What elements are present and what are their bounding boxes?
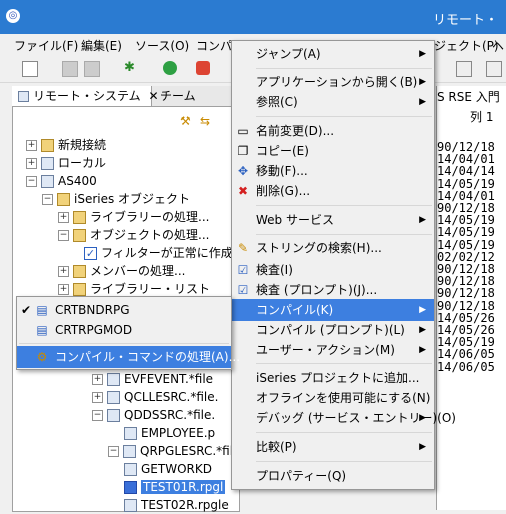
verify-icon: ☑	[237, 263, 249, 277]
close-icon[interactable]: ✕	[148, 89, 158, 103]
menu-item-move[interactable]: ✥ 移動(F)...	[232, 160, 434, 182]
tree-item[interactable]: − AS400	[26, 172, 97, 190]
tree-item[interactable]: − オブジェクトの処理...	[58, 226, 209, 244]
file-icon	[107, 373, 120, 386]
menu-item-crtbndrpg[interactable]: ✔ ▤ CRTBNDRPG	[17, 299, 231, 321]
window-title: リモート・	[432, 13, 498, 28]
tree-item-selected[interactable]: TEST01R.rpgl	[124, 478, 226, 496]
filter-icon[interactable]: ⚒	[180, 114, 191, 128]
tree-item[interactable]: − iSeries オブジェクト	[42, 190, 190, 208]
file-icon	[123, 445, 136, 458]
menu-item-crtrpgmod[interactable]: ▤ CRTRPGMOD	[17, 319, 231, 341]
member-icon	[124, 463, 137, 476]
tree-item[interactable]: GETWORKD	[124, 460, 212, 478]
menu-item-compile-prompt[interactable]: コンパイル (プロンプト)(L) ▶	[232, 319, 434, 341]
local-system-icon	[41, 157, 54, 170]
file-icon	[107, 409, 120, 422]
tree-item[interactable]: − QRPGLESRC.*fil	[108, 442, 233, 460]
menu-item-debug[interactable]: デバッグ (サービス・エントリー)(O) ▶	[232, 407, 456, 429]
menu-item-properties[interactable]: プロパティー(Q)	[232, 465, 434, 487]
menu-item-jump[interactable]: ジャンプ(A) ▶	[232, 43, 434, 65]
tree-item[interactable]: + 新規接続	[26, 136, 106, 154]
tree-item[interactable]: + ライブラリーの処理...	[58, 208, 209, 226]
menu-item-verify[interactable]: ☑ 検査(I)	[232, 259, 434, 281]
context-menu: ジャンプ(A) ▶ アプリケーションから開く(B) ▶ 参照(C) ▶ ▭ 名前変更(D…	[231, 40, 456, 490]
menu-item-add-to-project[interactable]: iSeries プロジェクトに追加...	[232, 367, 434, 389]
view-header: S RSE 入門	[437, 90, 500, 104]
menu-file[interactable]: ファイル(F)	[14, 37, 78, 54]
external-tools-icon[interactable]	[196, 61, 210, 75]
print-icon[interactable]	[84, 61, 100, 77]
verify-prompt-icon: ☑	[237, 283, 249, 297]
tab-team[interactable]: チーム	[160, 86, 196, 106]
menu-item-search-string[interactable]: ✎ ストリングの検索(H)...	[232, 237, 434, 259]
file-icon	[107, 391, 120, 404]
run-icon[interactable]	[163, 61, 177, 75]
filter-icon	[73, 229, 86, 242]
column-header[interactable]: 列 1	[470, 108, 493, 125]
copy-icon: ❐	[237, 144, 249, 158]
title-bar: ◎ リモート・	[0, 0, 506, 34]
menu-edit[interactable]: 編集(E)	[81, 37, 122, 54]
menu-item-compare[interactable]: 比較(P) ▶	[232, 436, 434, 458]
tree-item[interactable]: − QDDSSRC.*file.	[92, 406, 215, 424]
filter-icon	[73, 265, 86, 278]
member-icon	[124, 427, 137, 440]
export-icon[interactable]	[486, 61, 502, 77]
new-icon[interactable]	[22, 61, 38, 77]
tree-item[interactable]: EMPLOYEE.p	[124, 424, 215, 442]
compile-commands-icon: ⚙	[36, 350, 48, 364]
tree-item[interactable]: TEST02R.rpgle	[124, 496, 229, 514]
menu-item-open-with[interactable]: アプリケーションから開く(B) ▶	[232, 71, 434, 93]
rename-icon: ▭	[237, 124, 249, 138]
remote-systems-icon	[18, 91, 29, 102]
member-icon	[124, 499, 137, 512]
move-icon: ✥	[237, 164, 249, 178]
debug-icon[interactable]: ✱	[124, 61, 138, 75]
link-icon[interactable]: ⇆	[200, 114, 210, 128]
tree-item[interactable]: + メンバーの処理...	[58, 262, 185, 280]
menu-item-rename[interactable]: ▭ 名前変更(D)...	[232, 120, 434, 142]
tree-item[interactable]: + ローカル	[26, 154, 106, 172]
menu-item-work-with-compile-commands[interactable]: ⚙ コンパイル・コマンドの処理(A)...	[17, 346, 240, 368]
server-icon	[41, 175, 54, 188]
menu-item-reference[interactable]: 参照(C) ▶	[232, 91, 434, 113]
save-icon[interactable]	[62, 61, 78, 77]
library-list-icon	[73, 283, 86, 296]
menu-item-web-services[interactable]: Web サービス ▶	[232, 209, 434, 231]
command-icon: ▤	[36, 303, 48, 317]
checkbox-icon: ✓	[84, 247, 97, 260]
new-connection-icon	[41, 139, 54, 152]
check-icon: ✔	[20, 303, 32, 317]
delete-icon: ✖	[237, 184, 249, 198]
filter-icon	[73, 211, 86, 224]
tree-item[interactable]: + EVFEVENT.*file	[92, 370, 213, 388]
menu-item-delete[interactable]: ✖ 削除(G)...	[232, 180, 434, 202]
search-string-icon: ✎	[237, 241, 249, 255]
tree-item[interactable]: + QCLLESRC.*file.	[92, 388, 218, 406]
menu-item-verify-prompt[interactable]: ☑ 検査 (プロンプト)(J)...	[232, 279, 434, 301]
menu-item-make-offline[interactable]: オフラインを使用可能にする(N)	[232, 387, 434, 409]
view-tab-row: リモート・システム ✕ チーム	[12, 86, 238, 107]
tab-remote-systems[interactable]: リモート・システム ✕	[12, 86, 159, 106]
compile-submenu: ✔ ▤ CRTBNDRPG ▤ CRTRPGMOD ⚙ コンパイル・コマンドの処理(A)…	[16, 296, 240, 370]
iseries-objects-icon	[57, 193, 70, 206]
import-icon[interactable]	[456, 61, 472, 77]
menu-item-compile[interactable]: コンパイル(K) ▶	[232, 299, 434, 321]
menu-help[interactable]: ヘ	[492, 37, 504, 54]
menu-item-copy[interactable]: ❐ コピー(E)	[232, 140, 434, 162]
menu-item-user-actions[interactable]: ユーザー・アクション(M) ▶	[232, 339, 434, 361]
member-icon	[124, 481, 137, 494]
app-icon: ◎	[6, 9, 20, 23]
tree-item[interactable]: ✓ フィルターが正常に作成	[84, 244, 233, 262]
table-cell-date: 14/06/05	[437, 359, 495, 374]
menu-source[interactable]: ソース(O)	[135, 37, 189, 54]
command-icon: ▤	[36, 323, 48, 337]
